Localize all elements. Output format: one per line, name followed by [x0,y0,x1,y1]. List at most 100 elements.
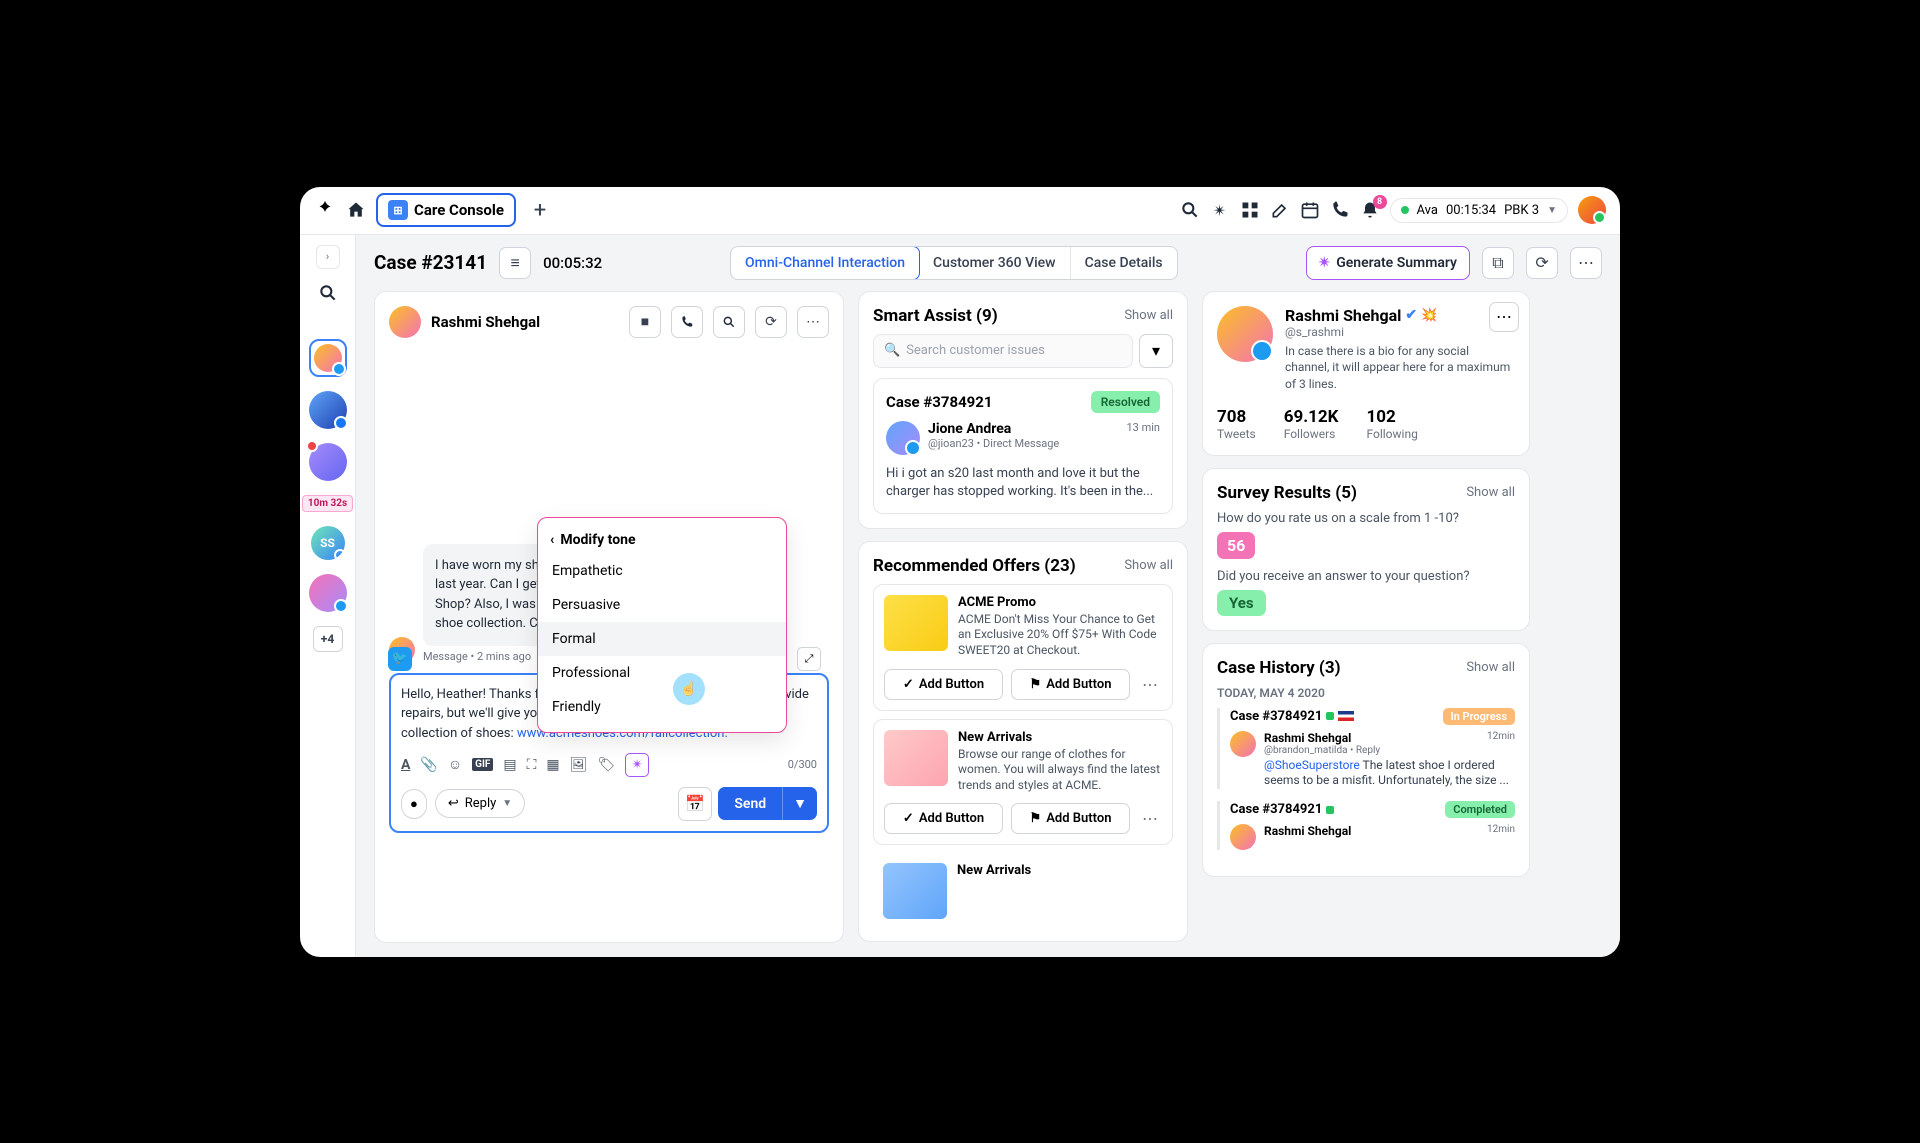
conversation-item-2[interactable] [309,391,347,429]
user-avatar[interactable] [1578,196,1606,224]
offer-add-button-1[interactable]: ✓ Add Button [884,669,1003,700]
offer-image [883,863,947,919]
notifications-icon[interactable]: 8 [1360,200,1380,220]
conversation-item-5[interactable] [309,574,347,612]
status-dot-icon [1401,206,1409,214]
tab-customer360[interactable]: Customer 360 View [919,247,1071,279]
rail-expand-button[interactable]: › [316,245,340,269]
home-icon[interactable] [346,200,366,220]
agent-pbk: PBK 3 [1504,203,1539,218]
tone-professional[interactable]: Professional [538,656,786,690]
agent-status[interactable]: Ava 00:15:34 PBK 3 ▼ [1390,198,1568,223]
offer-name: ACME Promo [958,595,1162,610]
edit-icon[interactable] [1270,200,1290,220]
agent-timer: 00:15:34 [1446,203,1496,218]
twitter-badge-icon [332,362,346,376]
filter-button[interactable]: ▾ [1139,334,1173,368]
conversation-item-1[interactable] [309,339,347,377]
case-menu-button[interactable]: ≡ [499,247,531,279]
back-icon[interactable]: ‹ [550,532,554,548]
tab-case-details[interactable]: Case Details [1071,247,1177,279]
more-conversations[interactable]: +4 [313,626,343,652]
history-time: 12min [1487,824,1515,838]
workspace-tab[interactable]: ⊞ Care Console [376,193,516,227]
sparkle-icon[interactable]: ✴ [1210,200,1230,220]
offer-more[interactable]: ⋯ [1138,675,1162,694]
flag-icon [1338,711,1354,721]
message-meta: Message • 2 mins ago [423,650,531,663]
customer-avatar [389,306,421,338]
add-tab-button[interactable]: + [526,196,554,224]
customer-name: Rashmi Shehgal [431,313,619,331]
tag-icon[interactable]: 🏷 [597,757,615,773]
reply-type-button[interactable]: ↩ Reply ▼ [435,789,525,818]
smart-assist-title: Smart Assist (9) [873,306,998,326]
offer-add-button-1[interactable]: ✓ Add Button [884,803,1003,834]
tone-empathetic[interactable]: Empathetic [538,554,786,588]
history-showall[interactable]: Show all [1466,660,1515,675]
history-avatar [1230,731,1256,757]
profile-avatar [1217,306,1273,362]
generate-summary-button[interactable]: ✴Generate Summary [1306,246,1471,280]
schedule-button[interactable]: 📅 [678,787,712,821]
expand-composer-button[interactable]: ⤢ [797,647,821,671]
rail-search-icon[interactable] [318,283,338,303]
tab-omnichannel[interactable]: Omni-Channel Interaction [730,246,920,280]
offers-panel: Recommended Offers (23)Show all ACME Pro… [858,541,1188,943]
apps-grid-icon[interactable] [1240,200,1260,220]
offer-add-button-2[interactable]: ⚑ Add Button [1011,669,1130,700]
assist-case-number: Case #3784921 [886,393,993,411]
tone-friendly[interactable]: Friendly [538,690,786,724]
video-call-button[interactable]: ■ [629,306,661,338]
search-icon: 🔍 [884,343,900,358]
more-button[interactable]: ⋯ [1570,247,1602,279]
sparkle-icon: ✴ [1319,255,1331,271]
profile-more-button[interactable]: ⋯ [1489,302,1519,332]
attachment-icon[interactable]: 📎 [420,757,437,773]
gif-icon[interactable]: GIF [472,758,493,771]
offer-name: New Arrivals [957,863,1031,878]
phone-icon[interactable] [1330,200,1350,220]
history-avatar [1230,824,1256,850]
twitter-badge-icon [334,599,348,613]
smart-assist-showall[interactable]: Show all [1124,308,1173,323]
voice-call-button[interactable] [671,306,703,338]
image-icon[interactable]: 🖼 [570,757,588,773]
mention-link[interactable]: @ShoeSuperstore [1264,758,1360,772]
smart-assist-search[interactable]: 🔍Search customer issues [873,334,1133,368]
offer-desc: Browse our range of clothes for women. Y… [958,747,1162,794]
survey-question-1: How do you rate us on a scale from 1 -10… [1217,511,1515,526]
tone-persuasive[interactable]: Persuasive [538,588,786,622]
tone-formal[interactable]: Formal [538,622,786,656]
format-underline-icon[interactable]: A [401,757,410,773]
conversation-item-3[interactable] [309,443,347,481]
subheader: Case #23141 ≡ 00:05:32 Omni-Channel Inte… [356,235,1620,291]
assist-avatar [886,421,920,455]
refresh-chat-button[interactable]: ⟳ [755,306,787,338]
layout-button[interactable]: ⧉ [1482,247,1514,279]
offers-showall[interactable]: Show all [1124,558,1173,573]
search-icon[interactable] [1180,200,1200,220]
send-button[interactable]: Send [718,787,782,820]
minimize-button[interactable]: ● [401,789,427,819]
conversation-item-4[interactable]: SS [311,526,345,560]
refresh-button[interactable]: ⟳ [1526,247,1558,279]
offer-add-button-2[interactable]: ⚑ Add Button [1011,803,1130,834]
emoji-icon[interactable]: ☺ [448,756,462,773]
verified-icon: ✔ [1405,307,1417,323]
crop-icon[interactable]: ⛶ [527,757,537,773]
facebook-badge-icon [334,416,348,430]
send-dropdown[interactable]: ▼ [782,787,817,820]
offer-more[interactable]: ⋯ [1138,809,1162,828]
survey-showall[interactable]: Show all [1466,485,1515,500]
calendar-icon[interactable] [1300,200,1320,220]
assist-person-name: Jione Andrea [928,421,1119,437]
ai-assist-icon[interactable]: ✴ [625,753,649,777]
offer-image [884,595,948,651]
template-icon[interactable]: ▤ [503,757,516,773]
article-icon[interactable]: ▦ [546,757,559,773]
search-chat-button[interactable] [713,306,745,338]
profile-handle: @s_rashmi [1285,325,1515,339]
chat-more-button[interactable]: ⋯ [797,306,829,338]
survey-question-2: Did you receive an answer to your questi… [1217,569,1515,584]
